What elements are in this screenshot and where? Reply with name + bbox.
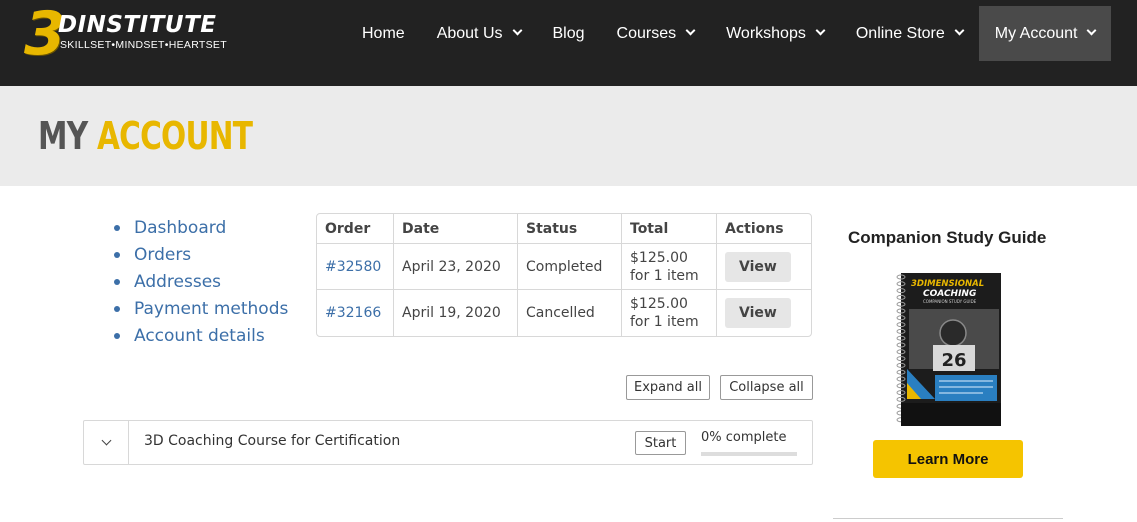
account-nav-orders[interactable]: Orders — [114, 241, 288, 268]
order-total: $125.00 — [630, 296, 688, 312]
account-nav-label: Account details — [134, 325, 265, 346]
table-row: #32166 April 19, 2020 Cancelled $125.00 for … — [317, 290, 811, 336]
nav-item-about-us[interactable]: About Us — [421, 6, 537, 61]
nav-item-label: About Us — [436, 24, 503, 42]
order-item-count: for 1 item — [630, 267, 699, 284]
cover-blue-panel — [935, 375, 997, 401]
account-nav-payment-methods[interactable]: Payment methods — [114, 295, 288, 322]
orders-table: Order Date Status Total Actions #32580 Ap… — [316, 213, 812, 337]
account-nav-addresses[interactable]: Addresses — [114, 268, 288, 295]
account-navigation: Dashboard Orders Addresses Payment methods A… — [114, 214, 288, 349]
course-expand-toggle[interactable] — [84, 421, 129, 464]
order-date: April 23, 2020 — [394, 244, 518, 290]
nav-item-label: Workshops — [726, 24, 806, 42]
order-date: April 19, 2020 — [394, 290, 518, 336]
course-name[interactable]: 3D Coaching Course for Certification — [144, 433, 400, 449]
cover-footer — [901, 403, 1001, 426]
nav-item-online-store[interactable]: Online Store — [840, 6, 979, 61]
account-nav-dashboard[interactable]: Dashboard — [114, 214, 288, 241]
nav-item-blog[interactable]: Blog — [537, 6, 601, 61]
logo-tagline: SKILLSET•MINDSET•HEARTSET — [60, 39, 227, 51]
order-item-count: for 1 item — [630, 314, 699, 330]
chevron-down-icon — [101, 435, 111, 446]
cover-jersey-number: 26 — [941, 350, 966, 371]
chevron-down-icon — [954, 25, 965, 36]
order-total-cell: $125.00 for 1 item — [622, 244, 717, 290]
bullet-icon — [114, 332, 120, 339]
orders-header-row: Order Date Status Total Actions — [317, 214, 811, 244]
order-total-cell: $125.00 for 1 item — [622, 290, 717, 336]
col-total: Total — [622, 214, 717, 244]
nav-item-courses[interactable]: Courses — [601, 6, 711, 61]
page-title-part2: ACCOUNT — [96, 114, 253, 158]
site-logo[interactable]: 3 DINSTITUTE SKILLSET•MINDSET•HEARTSET — [24, 4, 244, 64]
page-title: MY ACCOUNT — [38, 112, 253, 160]
order-cell: #32166 — [317, 290, 394, 336]
expand-all-button[interactable]: Expand all — [626, 375, 710, 400]
order-status: Cancelled — [518, 290, 622, 336]
chevron-down-icon — [512, 25, 522, 36]
order-actions-cell: View — [717, 244, 811, 290]
account-nav-label: Orders — [134, 244, 192, 265]
col-status: Status — [518, 214, 622, 244]
nav-item-label: My Account — [994, 24, 1078, 42]
page-title-band: MY ACCOUNT — [0, 86, 1137, 186]
bullet-icon — [114, 278, 120, 285]
col-order: Order — [317, 214, 394, 244]
cover-title-line2: COACHING — [923, 289, 976, 299]
order-number-link[interactable]: #32580 — [325, 259, 381, 275]
helmet-shape — [939, 319, 967, 347]
account-nav-label: Dashboard — [134, 217, 227, 238]
course-start-button[interactable]: Start — [635, 431, 686, 455]
order-cell: #32580 — [317, 244, 394, 290]
course-row: 3D Coaching Course for Certification Sta… — [83, 420, 813, 465]
order-actions-cell: View — [717, 290, 811, 336]
table-row: #32580 April 23, 2020 Completed $125.00 for … — [317, 244, 811, 290]
nav-item-label: Home — [362, 24, 405, 42]
nav-item-my-account[interactable]: My Account — [978, 6, 1112, 61]
account-nav-label: Payment methods — [134, 298, 289, 319]
bullet-icon — [114, 305, 120, 312]
chevron-down-icon — [685, 25, 696, 36]
order-number-link[interactable]: #32166 — [325, 305, 381, 321]
view-order-button[interactable]: View — [725, 251, 791, 282]
col-date: Date — [394, 214, 518, 244]
cover-title-line1: 3DIMENSIONAL — [911, 279, 984, 289]
view-order-button[interactable]: View — [725, 298, 791, 328]
logo-name: DINSTITUTE — [58, 12, 217, 38]
main-nav: Home About Us Blog Courses Workshops Online S… — [346, 6, 1112, 61]
site-header: 3 DINSTITUTE SKILLSET•MINDSET•HEARTSET H… — [0, 0, 1137, 86]
page-title-part1: MY — [38, 114, 88, 158]
nav-item-workshops[interactable]: Workshops — [710, 6, 840, 61]
nav-item-label: Courses — [616, 24, 677, 42]
col-actions: Actions — [717, 214, 811, 244]
nav-item-home[interactable]: Home — [346, 6, 421, 61]
account-nav-account-details[interactable]: Account details — [114, 322, 288, 349]
account-nav-label: Addresses — [134, 271, 222, 292]
sidebar-title: Companion Study Guide — [848, 228, 1047, 247]
course-progress-bar — [701, 452, 797, 456]
chevron-down-icon — [1087, 25, 1097, 36]
learn-more-button[interactable]: Learn More — [873, 440, 1023, 478]
order-status: Completed — [518, 244, 622, 290]
sidebar-divider — [833, 518, 1063, 519]
course-progress-text: 0% complete — [701, 430, 787, 445]
bullet-icon — [114, 224, 120, 231]
bullet-icon — [114, 251, 120, 258]
study-guide-cover-image[interactable]: 26 3DIMENSIONAL COACHING COMPANION STUDY… — [893, 271, 1003, 428]
nav-item-label: Online Store — [855, 24, 945, 42]
chevron-down-icon — [815, 25, 826, 36]
order-total: $125.00 — [630, 249, 688, 266]
cover-subtitle: COMPANION STUDY GUIDE — [923, 299, 977, 304]
collapse-all-button[interactable]: Collapse all — [720, 375, 813, 400]
nav-item-label: Blog — [552, 24, 585, 42]
